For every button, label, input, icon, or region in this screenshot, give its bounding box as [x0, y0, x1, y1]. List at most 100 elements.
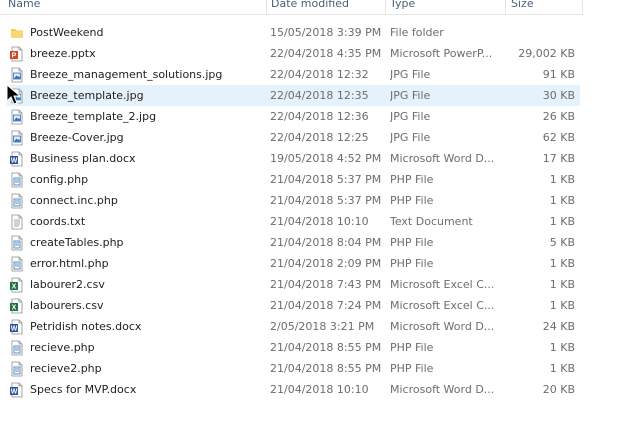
file-name: Specs for MVP.docx — [30, 383, 137, 396]
file-row[interactable]: recieve.php 21/04/2018 8:55 PM PHP File 1 K… — [7, 337, 580, 358]
file-size: 17 KB — [542, 152, 575, 165]
php-file-icon — [10, 193, 24, 209]
image-file-icon — [10, 109, 24, 125]
excel-icon: X — [10, 277, 24, 293]
file-row[interactable]: PostWeekend 15/05/2018 3:39 PM File folder — [7, 22, 580, 43]
file-size: 1 KB — [549, 215, 575, 228]
column-header-bar: Name Date modified Type Size — [0, 0, 583, 15]
file-row[interactable]: createTables.php 21/04/2018 8:04 PM PHP Fi… — [7, 232, 580, 253]
file-size: 5 KB — [549, 236, 575, 249]
file-size: 30 KB — [542, 89, 575, 102]
file-type: Microsoft Excel C... — [390, 299, 495, 312]
file-name: labourers.csv — [30, 299, 104, 312]
file-type: Text Document — [390, 215, 473, 228]
file-name: labourer2.csv — [30, 278, 105, 291]
file-row[interactable]: W Business plan.docx 19/05/2018 4:52 PM Mic… — [7, 148, 580, 169]
file-type: PHP File — [390, 362, 434, 375]
file-date-modified: 21/04/2018 8:55 PM — [270, 362, 382, 375]
column-divider[interactable] — [505, 0, 506, 14]
file-size: 1 KB — [549, 257, 575, 270]
file-row[interactable]: coords.txt 21/04/2018 10:10 Text Document 1… — [7, 211, 580, 232]
file-size: 1 KB — [549, 362, 575, 375]
file-size: 1 KB — [549, 278, 575, 291]
file-size: 24 KB — [542, 320, 575, 333]
file-row[interactable]: connect.inc.php 21/04/2018 5:37 PM PHP Fil… — [7, 190, 580, 211]
column-header-type[interactable]: Type — [390, 0, 500, 13]
file-name: coords.txt — [30, 215, 86, 228]
file-date-modified: 21/04/2018 5:37 PM — [270, 173, 382, 186]
file-name: Breeze_management_solutions.jpg — [30, 68, 223, 81]
file-date-modified: 21/04/2018 2:09 PM — [270, 257, 382, 270]
file-name: config.php — [30, 173, 89, 186]
file-name: recieve2.php — [30, 362, 102, 375]
file-date-modified: 21/04/2018 10:10 — [270, 383, 369, 396]
svg-text:X: X — [12, 284, 17, 291]
excel-icon: X — [10, 298, 24, 314]
file-row[interactable]: Breeze-Cover.jpg 22/04/2018 12:25 JPG File… — [7, 127, 580, 148]
file-type: PHP File — [390, 236, 434, 249]
column-divider[interactable] — [385, 0, 386, 14]
file-date-modified: 19/05/2018 4:52 PM — [270, 152, 382, 165]
file-size: 91 KB — [542, 68, 575, 81]
php-file-icon — [10, 340, 24, 356]
file-type: PHP File — [390, 257, 434, 270]
file-size: 1 KB — [549, 194, 575, 207]
file-type: PHP File — [390, 173, 434, 186]
file-row[interactable]: Breeze_template.jpg 22/04/2018 12:35 JPG F… — [7, 85, 580, 106]
file-date-modified: 22/04/2018 12:25 — [270, 131, 369, 144]
file-date-modified: 22/04/2018 12:32 — [270, 68, 369, 81]
file-row[interactable]: Xlabourer2.csv 21/04/2018 7:43 PM Microsof… — [7, 274, 580, 295]
word-icon: W — [10, 319, 24, 335]
file-row[interactable]: error.html.php 21/04/2018 2:09 PM PHP File… — [7, 253, 580, 274]
php-file-icon — [10, 172, 24, 188]
file-type: JPG File — [390, 68, 431, 81]
file-row[interactable]: config.php 21/04/2018 5:37 PM PHP File 1 KB — [7, 169, 580, 190]
file-row[interactable]: Xlabourers.csv 21/04/2018 7:24 PM Microsof… — [7, 295, 580, 316]
mouse-cursor-icon — [6, 84, 22, 105]
file-type: File folder — [390, 26, 444, 39]
svg-text:W: W — [11, 326, 18, 333]
file-date-modified: 21/04/2018 10:10 — [270, 215, 369, 228]
file-row[interactable]: Breeze_management_solutions.jpg 22/04/201… — [7, 64, 580, 85]
column-header-name[interactable]: Name — [8, 0, 258, 13]
file-type: PHP File — [390, 341, 434, 354]
php-file-icon — [10, 256, 24, 272]
file-type: JPG File — [390, 110, 431, 123]
file-name: recieve.php — [30, 341, 95, 354]
file-row[interactable]: Pbreeze.pptx 22/04/2018 4:35 PM Microsoft … — [7, 43, 580, 64]
svg-text:X: X — [12, 305, 17, 312]
file-size: 1 KB — [549, 173, 575, 186]
column-header-size[interactable]: Size — [511, 0, 581, 13]
file-date-modified: 21/04/2018 8:04 PM — [270, 236, 382, 249]
file-date-modified: 22/04/2018 12:35 — [270, 89, 369, 102]
file-date-modified: 21/04/2018 7:43 PM — [270, 278, 382, 291]
file-type: Microsoft Excel C... — [390, 278, 495, 291]
file-size: 1 KB — [549, 341, 575, 354]
file-size — [505, 22, 575, 43]
file-type: Microsoft Word D... — [390, 320, 495, 333]
file-date-modified: 22/04/2018 12:36 — [270, 110, 369, 123]
file-size: 20 KB — [542, 383, 575, 396]
image-file-icon — [10, 67, 24, 83]
image-file-icon — [10, 130, 24, 146]
file-row[interactable]: recieve2.php 21/04/2018 8:55 PM PHP File 1 … — [7, 358, 580, 379]
file-name: Breeze_template_2.jpg — [30, 110, 157, 123]
file-name: connect.inc.php — [30, 194, 118, 207]
powerpoint-icon: P — [10, 46, 24, 62]
file-name: Breeze-Cover.jpg — [30, 131, 124, 144]
file-type: Microsoft PowerP... — [390, 47, 493, 60]
column-divider[interactable] — [266, 0, 267, 14]
file-type: JPG File — [390, 131, 431, 144]
column-divider[interactable] — [582, 0, 583, 14]
file-name: Business plan.docx — [30, 152, 136, 165]
svg-text:W: W — [11, 389, 18, 396]
file-date-modified: 21/04/2018 7:24 PM — [270, 299, 382, 312]
column-header-date-modified[interactable]: Date modified — [271, 0, 381, 13]
word-icon: W — [10, 382, 24, 398]
file-type: Microsoft Word D... — [390, 383, 495, 396]
svg-text:P: P — [12, 53, 17, 60]
file-row[interactable]: W Petridish notes.docx 2/05/2018 3:21 PM Mi… — [7, 316, 580, 337]
file-row[interactable]: Breeze_template_2.jpg 22/04/2018 12:36 JPG… — [7, 106, 580, 127]
word-icon: W — [10, 151, 24, 167]
file-row[interactable]: W Specs for MVP.docx 21/04/2018 10:10 Micro… — [7, 379, 580, 400]
